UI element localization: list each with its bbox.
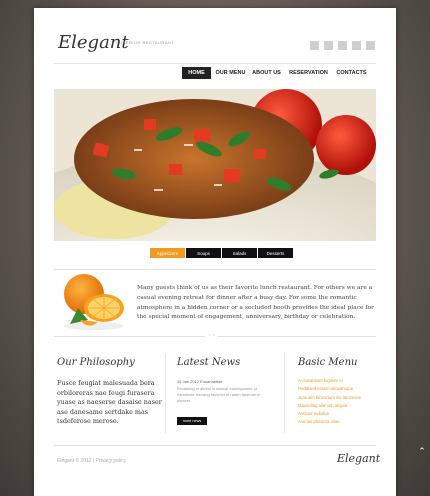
linkedin-icon[interactable] [366, 41, 375, 50]
menu-link[interactable]: Aserias pharetra vitae [298, 418, 361, 426]
page-container: Elegant SUPERIOR RESTAURANT HOME OUR MEN… [34, 8, 396, 496]
basic-menu-list: Accusantium fugirum et Reddiseit essem a… [298, 377, 361, 427]
main-nav: HOME OUR MENU ABOUT US RESERVATION CONTA… [182, 67, 369, 79]
column-divider [165, 353, 166, 433]
hero-image [54, 89, 376, 241]
food-photo [54, 89, 376, 241]
menu-link[interactable]: Jurauem bibendum nis lacoresse [298, 394, 361, 402]
twitter-icon[interactable] [324, 41, 333, 50]
more-news-button[interactable]: more news [177, 417, 207, 425]
section-divider [54, 269, 376, 270]
nav-item-our-menu[interactable]: OUR MENU [215, 67, 246, 79]
tab-salads[interactable]: Salads [222, 248, 257, 258]
menu-link[interactable]: Massellag alienum aliquia [298, 402, 361, 410]
nav-item-reservation[interactable]: RESERVATION [287, 67, 330, 79]
divider-ornament: ~ ~ [205, 333, 219, 339]
facebook-icon[interactable] [338, 41, 347, 50]
philosophy-text: Fusce feugiat malesuada bera orbiloreras… [57, 379, 162, 426]
nav-item-contacts[interactable]: CONTACTS [334, 67, 369, 79]
column-divider [284, 353, 285, 433]
header-divider [54, 63, 376, 64]
menu-title: Basic Menu [298, 357, 358, 368]
social-icons [310, 41, 375, 50]
menu-link[interactable]: Accusantium fugirum et [298, 377, 361, 385]
news-title: Latest News [177, 357, 241, 368]
nav-item-about-us[interactable]: ABOUT US [250, 67, 283, 79]
share-icon[interactable] [310, 41, 319, 50]
philosophy-title: Our Philosophy [57, 357, 135, 368]
footer-logo[interactable]: Elegant [337, 452, 380, 465]
news-text: Elicabeng et ateenl eueassat euneapusme … [177, 386, 261, 403]
menu-link[interactable]: Reddiseit essem aliquamque [298, 385, 361, 393]
footer-divider [54, 445, 376, 446]
tab-appetizers[interactable]: Appetizers [150, 248, 185, 258]
footer-copyright: Elegant © 2012 | Privacy policy [57, 458, 127, 464]
intro-text: Many guests think of us as their favorit… [137, 285, 374, 321]
nav-item-home[interactable]: HOME [182, 67, 211, 79]
menu-tabs: Appetizers Soups Salads Desserts [150, 248, 293, 258]
tab-desserts[interactable]: Desserts [258, 248, 293, 258]
tab-soups[interactable]: Soups [186, 248, 221, 258]
scroll-up-icon[interactable]: ⌃ [416, 446, 428, 456]
menu-link[interactable]: Antituur nebalus [298, 410, 361, 418]
orange-image [64, 274, 124, 330]
news-date: 15 Jan 2012 Eusanaettae [177, 379, 223, 384]
site-tagline: SUPERIOR RESTAURANT [116, 40, 175, 45]
rss-icon[interactable] [352, 41, 361, 50]
